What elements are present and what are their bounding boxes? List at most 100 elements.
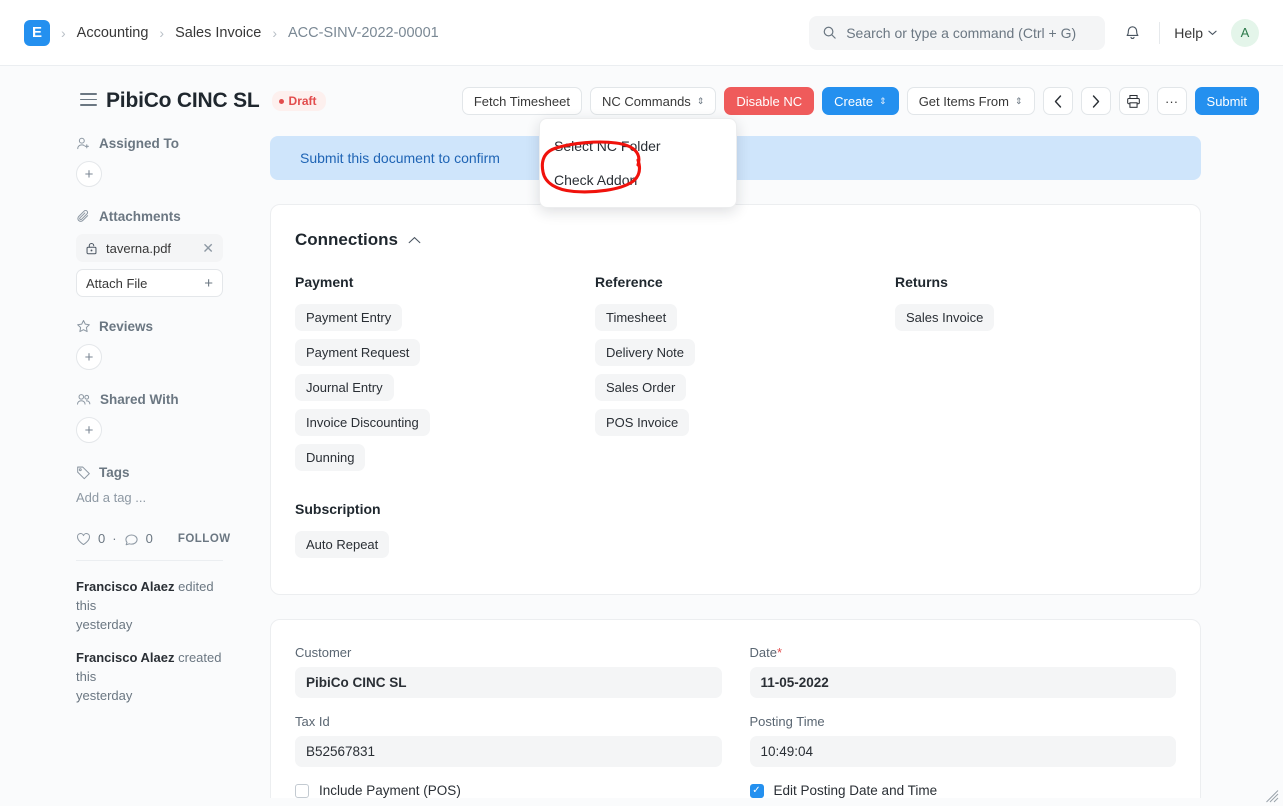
avatar[interactable]: A [1231,18,1259,47]
connection-link[interactable]: Invoice Discounting [295,409,430,436]
remove-attachment-icon[interactable]: ✕ [202,240,214,257]
activity-target: this [76,669,97,684]
edit-posting-label: Edit Posting Date and Time [773,783,938,798]
attachment-item[interactable]: taverna.pdf ✕ [76,234,223,262]
connection-link[interactable]: Sales Invoice [895,304,995,331]
fetch-timesheet-label: Fetch Timesheet [473,93,570,109]
connection-link[interactable]: Payment Request [295,339,421,366]
print-button[interactable] [1118,87,1149,115]
submit-label: Submit [1206,93,1247,109]
tags-heading: Tags [76,465,252,480]
disable-nc-button[interactable]: Disable NC [724,87,815,115]
like-count: 0 [98,531,106,546]
navbar-divider [1159,21,1161,44]
follow-button[interactable]: FOLLOW [178,533,231,545]
get-items-from-label: Get Items From [918,93,1009,109]
assigned-to-heading: Assigned To [76,136,252,151]
breadcrumb-separator-icon: › [61,24,66,41]
search-icon [823,26,836,39]
subscription-group: Subscription Auto Repeat [295,501,1176,566]
posting-time-label: Posting Time [749,714,825,729]
plus-icon: + [84,348,94,366]
date-label-text: Date [749,645,777,660]
tag-icon [77,466,90,480]
heart-icon[interactable] [76,532,91,546]
help-menu[interactable]: Help [1174,25,1217,41]
breadcrumb-separator-icon: › [159,24,165,41]
fetch-timesheet-button[interactable]: Fetch Timesheet [461,87,582,115]
include-payment-checkbox[interactable] [295,783,309,798]
add-assignment-button[interactable]: + [76,161,102,187]
status-badge: Draft [271,91,326,111]
connection-link[interactable]: Dunning [295,444,366,471]
connections-column-reference: Reference Timesheet Delivery Note Sales … [595,274,895,479]
connections-grid: Payment Payment Entry Payment Request Jo… [295,274,1176,479]
tax-id-input[interactable]: B52567831 [295,736,722,767]
include-payment-row[interactable]: Include Payment (POS) [295,783,722,798]
breadcrumb-separator-icon: › [272,24,278,41]
attachment-file-name: taverna.pdf [106,240,172,256]
add-share-button[interactable]: + [76,417,102,443]
top-navbar: E › Accounting › Sales Invoice › ACC-SIN… [0,0,1283,66]
connection-link[interactable]: Journal Entry [295,374,394,401]
edit-posting-row[interactable]: ✓ Edit Posting Date and Time [749,783,1177,798]
tax-id-label: Tax Id [295,714,330,729]
assign-user-icon [77,137,89,150]
main-content: Submit this document to confirm Connecti… [270,136,1201,806]
connection-link[interactable]: Sales Order [595,374,687,401]
previous-document-button[interactable] [1042,87,1073,115]
document-sidebar: Assigned To + Attachments taverna.pdf ✕ [76,136,252,719]
column-heading: Payment [295,274,354,290]
form-column-left: Customer PibiCo CINC SL Tax Id B52567831… [295,645,722,798]
notification-bell-icon[interactable] [1119,20,1145,46]
date-input[interactable]: 11-05-2022 [749,667,1176,698]
connections-title-label: Connections [295,230,398,249]
connection-link[interactable]: Delivery Note [595,339,696,366]
social-separator: · [112,531,117,546]
activity-entry: Francisco Alaez created this yesterday [76,648,226,705]
comment-icon[interactable] [124,532,139,546]
next-document-button[interactable] [1080,87,1111,115]
connection-link[interactable]: Auto Repeat [295,531,390,558]
connection-link[interactable]: Timesheet [595,304,678,331]
resize-grip-icon[interactable] [1266,790,1279,803]
sidebar-section-shared-with: Shared With + [76,392,252,443]
connections-column-payment: Payment Payment Entry Payment Request Jo… [295,274,595,479]
attachments-label: Attachments [99,209,181,224]
date-label: Date* [750,645,1177,660]
more-options-button[interactable]: ··· [1156,87,1187,115]
details-form-card: Customer PibiCo CINC SL Tax Id B52567831… [270,619,1201,806]
create-label: Create [834,93,874,109]
breadcrumb-item-accounting[interactable]: Accounting [77,25,149,41]
connections-card: Connections Payment Payment Entry Paymen… [270,204,1201,595]
breadcrumb-item-sales-invoice[interactable]: Sales Invoice [175,25,261,41]
add-tag-input[interactable]: Add a tag ... [76,490,252,505]
attach-file-label: Attach File [86,275,148,291]
search-placeholder: Search or type a command (Ctrl + G) [846,24,1077,41]
create-button[interactable]: Create ⇕ [822,87,899,115]
sidebar-divider [76,560,223,561]
posting-time-input[interactable]: 10:49:04 [749,736,1176,767]
updown-chevron-icon: ⇕ [879,95,887,106]
activity-user[interactable]: Francisco Alaez [76,650,175,665]
chevron-up-icon[interactable] [408,236,421,244]
add-review-button[interactable]: + [76,344,102,370]
nc-commands-button[interactable]: NC Commands ⇕ [589,87,717,115]
submit-button[interactable]: Submit [1194,87,1259,115]
menu-item-select-nc-folder[interactable]: Select NC Folder [540,129,736,163]
edit-posting-checkbox[interactable]: ✓ [749,783,764,798]
activity-action: created [174,650,222,665]
app-logo[interactable]: E [24,19,50,46]
connection-link[interactable]: Payment Entry [295,304,403,331]
search-input[interactable]: Search or type a command (Ctrl + G) [809,15,1106,50]
customer-input[interactable]: PibiCo CINC SL [295,667,722,698]
activity-time: yesterday [76,617,133,632]
attach-file-button[interactable]: Attach File + [76,269,223,297]
activity-user[interactable]: Francisco Alaez [76,579,175,594]
get-items-from-button[interactable]: Get Items From ⇕ [906,87,1035,115]
connection-link[interactable]: POS Invoice [595,409,690,436]
sidebar-toggle-icon[interactable] [80,93,97,106]
menu-item-check-addon[interactable]: Check Addon [540,163,736,197]
customer-field: Customer PibiCo CINC SL [295,645,722,698]
bottom-strip [0,798,1283,806]
